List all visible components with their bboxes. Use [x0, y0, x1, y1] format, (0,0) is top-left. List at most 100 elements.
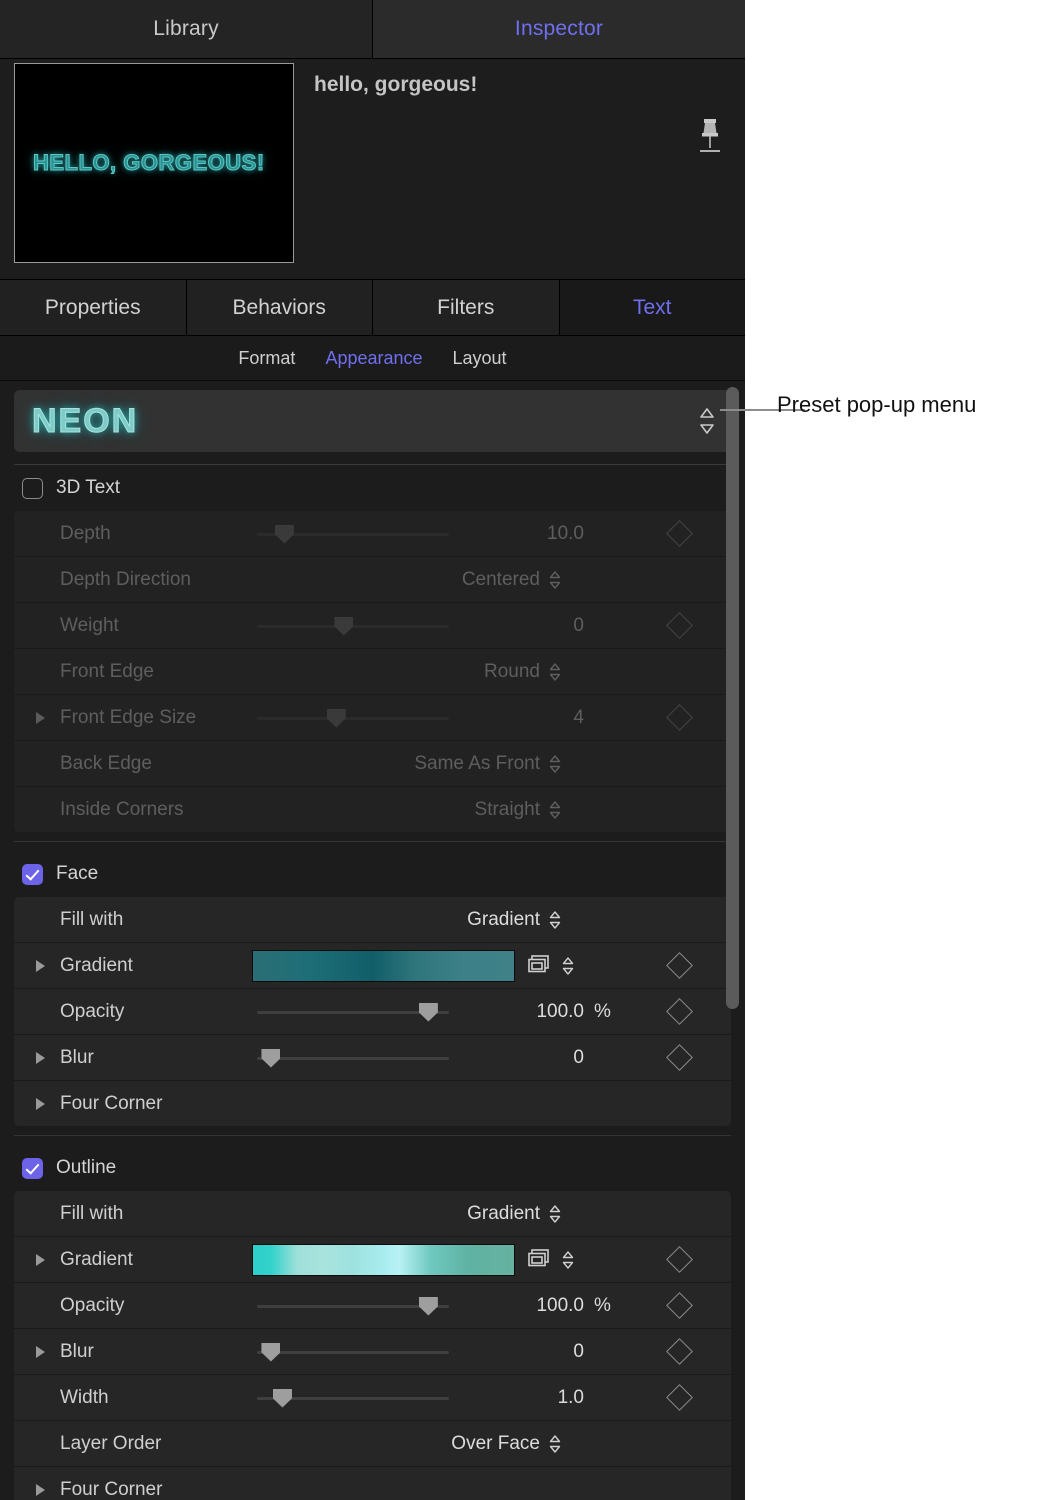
- keyframe-diamond-icon[interactable]: [666, 1384, 693, 1411]
- subtab-layout[interactable]: Layout: [453, 348, 507, 369]
- slider-track: [257, 1350, 449, 1354]
- vertical-scrollbar[interactable]: [726, 387, 739, 1499]
- slider-outline-width[interactable]: [257, 1375, 449, 1420]
- param-row-back-edge[interactable]: Back Edge Same As Front: [14, 741, 731, 787]
- popup-outline-layer-order[interactable]: Over Face: [451, 1433, 561, 1455]
- clip-thumbnail[interactable]: HELLO, GORGEOUS!: [14, 63, 294, 263]
- keyframe-diamond-icon[interactable]: [666, 1246, 693, 1273]
- slider-knob[interactable]: [272, 1388, 292, 1408]
- param-row-depth-direction[interactable]: Depth Direction Centered: [14, 557, 731, 603]
- pushpin-icon[interactable]: [693, 115, 727, 159]
- checkbox-outline[interactable]: [22, 1157, 43, 1179]
- popup-depth-direction[interactable]: Centered: [462, 569, 561, 591]
- param-value[interactable]: 4: [454, 707, 584, 729]
- keyframe-diamond-icon[interactable]: [666, 998, 693, 1025]
- tab-filters[interactable]: Filters: [373, 280, 560, 335]
- slider-weight[interactable]: [257, 603, 449, 648]
- param-row-outline-fill-with[interactable]: Fill with Gradient: [14, 1191, 731, 1237]
- callout-label: Preset pop-up menu: [777, 392, 977, 417]
- keyframe-diamond-icon[interactable]: [666, 1338, 693, 1365]
- checkbox-face[interactable]: [22, 863, 43, 885]
- popup-value: Round: [484, 660, 540, 682]
- slider-knob[interactable]: [261, 1342, 281, 1362]
- tab-properties[interactable]: Properties: [0, 280, 187, 335]
- param-row-face-opacity[interactable]: Opacity 100.0 %: [14, 989, 731, 1035]
- tab-text[interactable]: Text: [559, 280, 745, 335]
- section-divider: [14, 1135, 731, 1136]
- group-outline: Fill with Gradient Gradient Opacity 100.…: [14, 1191, 731, 1500]
- slider-knob[interactable]: [326, 708, 346, 728]
- callout-area: Preset pop-up menu: [720, 0, 1045, 1500]
- param-label: Inside Corners: [60, 798, 184, 820]
- slider-knob[interactable]: [418, 1002, 438, 1022]
- subtab-appearance[interactable]: Appearance: [325, 348, 422, 369]
- keyframe-diamond-icon[interactable]: [666, 520, 693, 547]
- keyframe-diamond-icon[interactable]: [666, 1044, 693, 1071]
- slider-knob[interactable]: [274, 524, 294, 544]
- popup-inside-corners[interactable]: Straight: [475, 799, 561, 821]
- param-row-front-edge[interactable]: Front Edge Round: [14, 649, 731, 695]
- checkbox-row-outline[interactable]: Outline: [0, 1145, 745, 1191]
- keyframe-diamond-icon[interactable]: [666, 612, 693, 639]
- keyframe-diamond-icon[interactable]: [666, 1292, 693, 1319]
- keyframe-diamond-icon[interactable]: [666, 704, 693, 731]
- param-value[interactable]: 100.0: [454, 1001, 584, 1023]
- gradient-swatch-face[interactable]: [252, 949, 515, 982]
- param-row-front-edge-size[interactable]: Front Edge Size 4: [14, 695, 731, 741]
- slider-face-opacity[interactable]: [257, 989, 449, 1034]
- up-down-stepper-icon[interactable]: [699, 407, 715, 435]
- slider-depth[interactable]: [257, 511, 449, 556]
- tab-behaviors[interactable]: Behaviors: [186, 280, 373, 335]
- popup-back-edge[interactable]: Same As Front: [414, 753, 561, 775]
- tab-text-label: Text: [632, 295, 672, 319]
- slider-outline-opacity[interactable]: [257, 1283, 449, 1328]
- scrollbar-thumb[interactable]: [726, 387, 739, 1009]
- param-row-face-four-corner[interactable]: Four Corner: [14, 1081, 731, 1126]
- param-row-face-blur[interactable]: Blur 0: [14, 1035, 731, 1081]
- param-row-outline-opacity[interactable]: Opacity 100.0 %: [14, 1283, 731, 1329]
- checkbox-3d-text[interactable]: [22, 477, 43, 499]
- slider-track: [257, 1056, 449, 1060]
- param-row-depth[interactable]: Depth 10.0: [14, 511, 731, 557]
- slider-face-blur[interactable]: [257, 1035, 449, 1080]
- gradient-tools: [526, 1248, 574, 1272]
- popup-outline-fill-with[interactable]: Gradient: [467, 1203, 561, 1225]
- layers-stack-icon: [528, 1248, 549, 1266]
- param-label: Width: [60, 1386, 109, 1408]
- slider-outline-blur[interactable]: [257, 1329, 449, 1374]
- param-row-face-fill-with[interactable]: Fill with Gradient: [14, 897, 731, 943]
- param-row-weight[interactable]: Weight 0: [14, 603, 731, 649]
- preset-row: NEON: [0, 381, 745, 452]
- keyframe-diamond-icon[interactable]: [666, 952, 693, 979]
- param-value[interactable]: 1.0: [454, 1387, 584, 1409]
- param-row-outline-width[interactable]: Width 1.0: [14, 1375, 731, 1421]
- param-row-outline-blur[interactable]: Blur 0: [14, 1329, 731, 1375]
- slider-knob[interactable]: [261, 1048, 281, 1068]
- gradient-swatch-outline[interactable]: [252, 1243, 515, 1276]
- slider-knob[interactable]: [334, 616, 354, 636]
- param-row-outline-four-corner[interactable]: Four Corner: [14, 1467, 731, 1500]
- param-row-outline-layer-order[interactable]: Layer Order Over Face: [14, 1421, 731, 1467]
- checkbox-row-face[interactable]: Face: [0, 851, 745, 897]
- tab-inspector[interactable]: Inspector: [373, 0, 745, 58]
- param-row-face-gradient[interactable]: Gradient: [14, 943, 731, 989]
- param-row-outline-gradient[interactable]: Gradient: [14, 1237, 731, 1283]
- tab-library[interactable]: Library: [0, 0, 373, 58]
- chevron-updown-icon: [549, 1204, 561, 1223]
- slider-front-edge-size[interactable]: [257, 695, 449, 740]
- param-value[interactable]: 0: [454, 1341, 584, 1363]
- popup-face-fill-with[interactable]: Gradient: [467, 909, 561, 931]
- subtab-format[interactable]: Format: [238, 348, 295, 369]
- preset-popup-menu[interactable]: NEON: [14, 390, 731, 452]
- chevron-updown-icon: [562, 956, 574, 975]
- param-value[interactable]: 0: [454, 615, 584, 637]
- param-value[interactable]: 100.0: [454, 1295, 584, 1317]
- param-value[interactable]: 0: [454, 1047, 584, 1069]
- param-value[interactable]: 10.0: [454, 523, 584, 545]
- checkbox-row-3d-text[interactable]: 3D Text: [0, 465, 745, 511]
- param-label: Front Edge Size: [60, 706, 197, 728]
- popup-front-edge[interactable]: Round: [484, 661, 561, 683]
- slider-knob[interactable]: [418, 1296, 438, 1316]
- param-unit: %: [594, 1000, 611, 1022]
- param-row-inside-corners[interactable]: Inside Corners Straight: [14, 787, 731, 832]
